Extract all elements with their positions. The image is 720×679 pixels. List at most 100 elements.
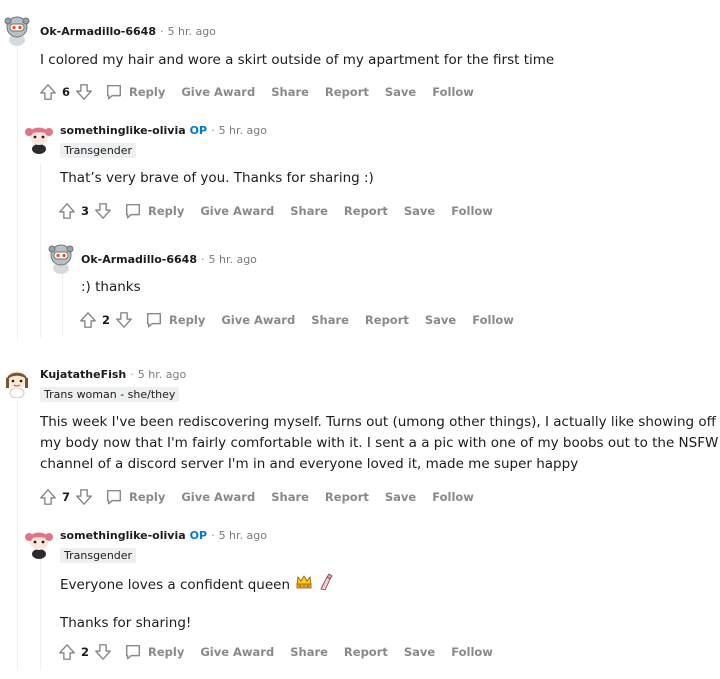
- reply-label: Reply: [129, 490, 166, 504]
- user-flair: Transgender: [60, 548, 137, 563]
- upvote-icon[interactable]: [37, 486, 59, 508]
- upvote-icon[interactable]: [56, 641, 78, 663]
- vote-score: 6: [62, 85, 71, 99]
- op-badge: OP: [189, 124, 208, 137]
- comment-text: :) thanks: [81, 279, 141, 295]
- downvote-icon[interactable]: [73, 81, 95, 103]
- timestamp[interactable]: 5 hr. ago: [208, 253, 256, 266]
- comment-actions: 3 Reply Give Award Share Report Save Fol…: [56, 200, 495, 222]
- comment-text-line: This week I've been rediscovering myself…: [40, 414, 716, 430]
- timestamp[interactable]: 5 hr. ago: [219, 124, 267, 137]
- reply-button[interactable]: Reply: [143, 309, 207, 331]
- comment-text: That’s very brave of you. Thanks for sha…: [60, 170, 374, 186]
- reply-button[interactable]: Reply: [122, 200, 186, 222]
- reply-button[interactable]: Reply: [103, 81, 167, 103]
- share-button[interactable]: Share: [269, 83, 311, 101]
- timestamp[interactable]: 5 hr. ago: [138, 368, 186, 381]
- comment-meta: Ok-Armadillo-6648 · 5 hr. ago: [81, 253, 257, 266]
- reply-button[interactable]: Reply: [122, 641, 186, 663]
- downvote-icon[interactable]: [92, 641, 114, 663]
- give-award-button[interactable]: Give Award: [198, 202, 276, 220]
- comment-text-line: channel of a discord server I'm in and e…: [40, 456, 579, 472]
- report-button[interactable]: Report: [323, 488, 371, 506]
- avatar[interactable]: [22, 525, 56, 559]
- report-button[interactable]: Report: [342, 643, 390, 661]
- report-button[interactable]: Report: [342, 202, 390, 220]
- downvote-icon[interactable]: [113, 309, 135, 331]
- comment-body: :) thanks: [81, 277, 141, 298]
- comment-actions: 2 Reply Give Award Share Report Save Fol…: [56, 641, 495, 663]
- share-button[interactable]: Share: [288, 643, 330, 661]
- avatar[interactable]: [22, 120, 56, 154]
- author-name[interactable]: somethinglike-olivia: [60, 529, 186, 542]
- upvote-icon[interactable]: [77, 309, 99, 331]
- give-award-button[interactable]: Give Award: [198, 643, 276, 661]
- separator-dot: ·: [200, 253, 205, 266]
- downvote-icon[interactable]: [73, 486, 95, 508]
- downvote-icon[interactable]: [92, 200, 114, 222]
- avatar[interactable]: [44, 240, 78, 274]
- timestamp[interactable]: 5 hr. ago: [167, 25, 215, 38]
- thread-line[interactable]: [62, 272, 63, 336]
- give-award-button[interactable]: Give Award: [179, 83, 257, 101]
- author-name[interactable]: somethinglike-olivia: [60, 124, 186, 137]
- share-button[interactable]: Share: [309, 311, 351, 329]
- nail-polish-emoji-icon: [318, 573, 334, 598]
- author-name[interactable]: KujatatheFish: [40, 368, 126, 381]
- comment-text: Everyone loves a confident queen: [60, 573, 334, 598]
- share-button[interactable]: Share: [269, 488, 311, 506]
- avatar[interactable]: [0, 364, 34, 399]
- separator-dot: ·: [211, 124, 215, 137]
- vote-score: 3: [81, 204, 90, 218]
- comment-meta: somethinglike-olivia OP · 5 hr. ago: [60, 529, 267, 542]
- save-button[interactable]: Save: [423, 311, 458, 329]
- separator-dot: ·: [130, 368, 134, 381]
- upvote-icon[interactable]: [37, 81, 59, 103]
- separator-dot: ·: [159, 25, 164, 38]
- comment-text: I colored my hair and wore a skirt outsi…: [40, 52, 555, 68]
- timestamp[interactable]: 5 hr. ago: [219, 529, 267, 542]
- comment-meta: Ok-Armadillo-6648 · 5 hr. ago: [40, 25, 216, 38]
- reply-button[interactable]: Reply: [103, 486, 167, 508]
- share-button[interactable]: Share: [288, 202, 330, 220]
- upvote-icon[interactable]: [56, 200, 78, 222]
- vote-score: 2: [102, 313, 111, 327]
- reply-label: Reply: [148, 204, 185, 218]
- comment-meta: KujatatheFish · 5 hr. ago: [40, 368, 186, 381]
- comment-meta: somethinglike-olivia OP · 5 hr. ago: [60, 124, 267, 137]
- author-name[interactable]: Ok-Armadillo-6648: [40, 25, 156, 38]
- give-award-button[interactable]: Give Award: [179, 488, 257, 506]
- save-button[interactable]: Save: [402, 202, 437, 220]
- comment-bubble-icon: [106, 489, 122, 505]
- thread-line[interactable]: [40, 164, 41, 338]
- vote-score: 7: [62, 490, 71, 504]
- vote-score: 2: [81, 645, 90, 659]
- reply-label: Reply: [148, 645, 185, 659]
- comment-actions: 2 Reply Give Award Share Report Save Fol…: [77, 309, 516, 331]
- comment-text: Thanks for sharing!: [60, 615, 192, 631]
- follow-button[interactable]: Follow: [430, 488, 476, 506]
- comment-body: This week I've been rediscovering myself…: [40, 412, 718, 475]
- follow-button[interactable]: Follow: [430, 83, 476, 101]
- save-button[interactable]: Save: [402, 643, 437, 661]
- avatar[interactable]: [0, 12, 34, 46]
- report-button[interactable]: Report: [363, 311, 411, 329]
- give-award-button[interactable]: Give Award: [219, 311, 297, 329]
- thread-line[interactable]: [17, 46, 18, 340]
- save-button[interactable]: Save: [383, 488, 418, 506]
- author-name[interactable]: Ok-Armadillo-6648: [81, 253, 197, 266]
- comment-bubble-icon: [125, 644, 141, 660]
- report-button[interactable]: Report: [323, 83, 371, 101]
- thread-line[interactable]: [17, 400, 18, 670]
- thread-line[interactable]: [40, 550, 41, 670]
- crown-emoji-icon: [296, 575, 312, 596]
- comment-actions: 7 Reply Give Award Share Report Save Fol…: [37, 486, 476, 508]
- reply-label: Reply: [129, 85, 166, 99]
- comment-body: That’s very brave of you. Thanks for sha…: [60, 168, 374, 189]
- comment-text-line: Everyone loves a confident queen: [60, 577, 291, 593]
- follow-button[interactable]: Follow: [470, 311, 516, 329]
- follow-button[interactable]: Follow: [449, 202, 495, 220]
- op-badge: OP: [189, 529, 208, 542]
- follow-button[interactable]: Follow: [449, 643, 495, 661]
- save-button[interactable]: Save: [383, 83, 418, 101]
